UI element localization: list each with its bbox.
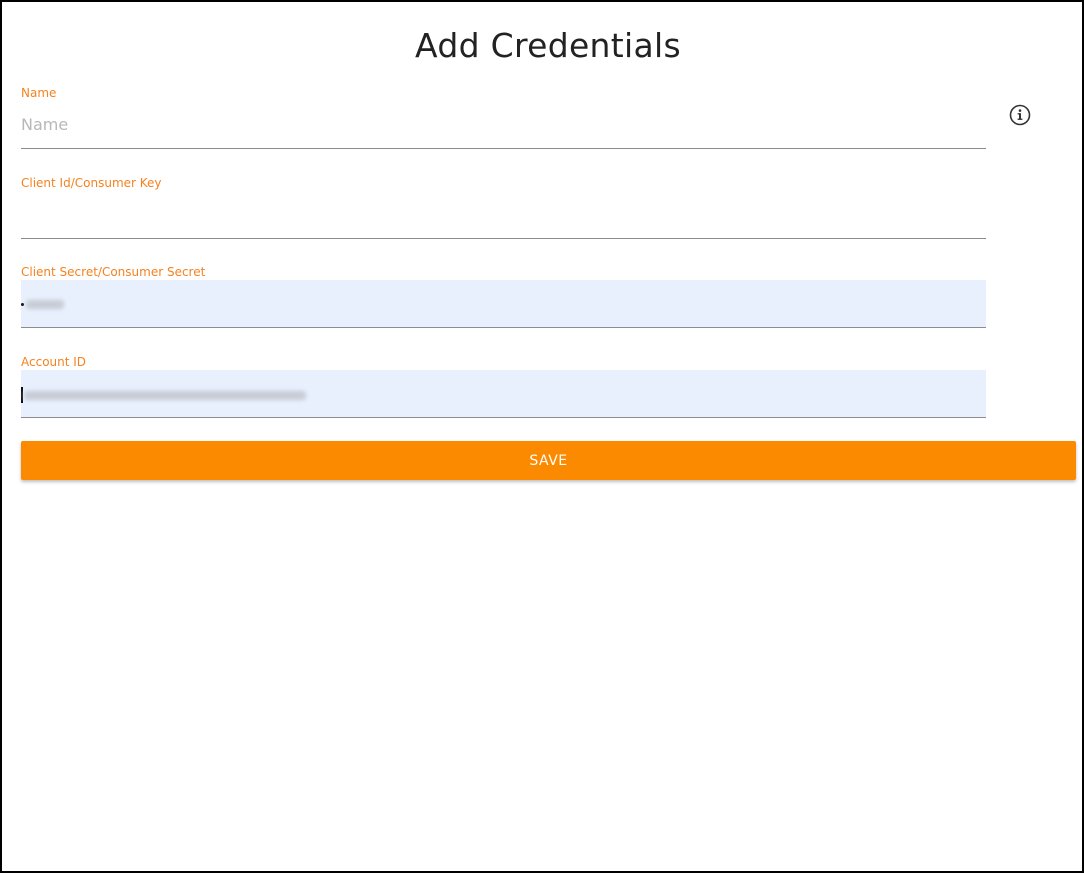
text-caret: [21, 387, 23, 403]
name-label: Name: [21, 86, 57, 100]
credentials-window: Add Credentials Name Client Id/Consumer …: [0, 0, 1084, 873]
name-input-box[interactable]: [21, 101, 986, 149]
page-title: Add Credentials: [415, 26, 681, 65]
redacted-text: [26, 299, 64, 309]
client-id-input-box[interactable]: [21, 191, 986, 239]
save-button[interactable]: SAVE: [21, 441, 1076, 480]
account-id-label: Account ID: [21, 355, 87, 369]
info-icon[interactable]: [1009, 104, 1031, 126]
password-dot: [21, 302, 24, 306]
client-secret-masked-value: [21, 294, 64, 314]
account-id-obscured-value: [21, 385, 306, 405]
redacted-text: [24, 390, 306, 400]
name-input[interactable]: [21, 101, 986, 148]
client-id-input[interactable]: [21, 191, 986, 238]
client-secret-input[interactable]: [21, 280, 986, 328]
client-secret-label: Client Secret/Consumer Secret: [21, 265, 206, 279]
account-id-input[interactable]: [21, 370, 986, 418]
client-id-label: Client Id/Consumer Key: [21, 176, 162, 190]
